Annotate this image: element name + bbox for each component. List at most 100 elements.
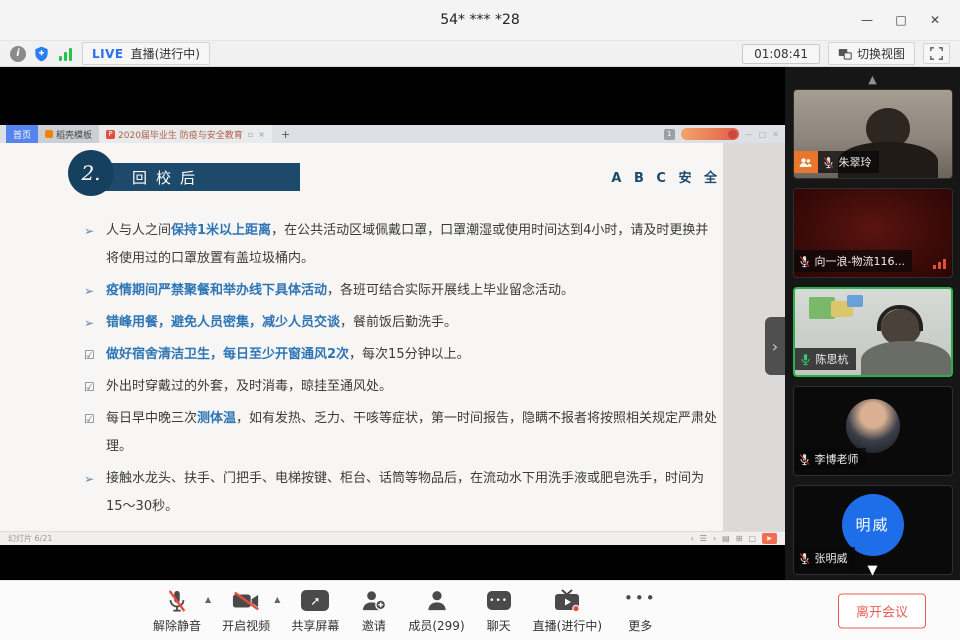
ppt-status-controls: ‹ ☰ › ▤ ⊞ ▢ ▶ <box>691 533 777 544</box>
presentation-slide: 2. 回校后 A B C 安 全 ➢人与人之间保持1米以上距离，在公共活动区域佩… <box>0 143 785 531</box>
maximize-icon[interactable]: □ <box>884 6 918 34</box>
slide-bullet: ☑外出时穿戴过的外套，及时消毒，晾挂至通风处。 <box>84 373 720 401</box>
mic-muted-icon <box>798 552 811 565</box>
tab-home[interactable]: 首页 <box>6 125 38 143</box>
minimize-icon[interactable]: — <box>850 6 884 34</box>
view-read-icon[interactable]: ▢ <box>748 534 756 543</box>
tab-document[interactable]: P 2020届毕业生 防疫与安全教育 ▫ × <box>99 125 272 143</box>
participant-video-chen[interactable]: 陈思杭 <box>793 287 953 377</box>
switch-view-icon <box>838 48 852 60</box>
new-tab-button[interactable]: + <box>281 128 290 141</box>
wall-map-decor <box>847 295 863 307</box>
slide-bullet: ➢人与人之间保持1米以上距离，在公共活动区域佩戴口罩，口罩潮湿或使用时间达到4小… <box>84 217 720 273</box>
tab-close-icon[interactable]: × <box>258 130 265 139</box>
mic-options-caret-icon[interactable]: ▲ <box>205 595 211 604</box>
slide-bullet: ☑每日早中晚三次测体温，如有发热、乏力、干咳等症状，第一时间报告，隐瞒不报者将按… <box>84 405 720 461</box>
participant-video-zhu[interactable]: 朱翠玲 <box>793 89 953 179</box>
docer-icon <box>45 130 53 138</box>
meeting-window: 54* *** *28 — □ ✕ i LIVE 直播(进行中) 01:08:4… <box>0 0 960 640</box>
chat-button[interactable]: ••• 聊天 <box>487 588 511 634</box>
view-normal-icon[interactable]: ▤ <box>722 534 730 543</box>
collapse-up-icon[interactable]: ▲ <box>785 69 960 89</box>
app-close-icon[interactable]: ✕ <box>772 130 779 139</box>
microphone-muted-icon <box>166 588 188 614</box>
security-shield-icon[interactable] <box>34 46 49 62</box>
participant-label: 朱翠玲 <box>794 151 879 173</box>
slide-brand-text: A B C 安 全 <box>611 167 721 186</box>
prev-slide-icon[interactable]: ‹ <box>691 534 694 543</box>
participant-name: 向一浪-物流116... <box>815 253 905 269</box>
slide-bullet: ➢疫情期间严禁聚餐和举办线下具体活动，各班可结合实际开展线上毕业留念活动。 <box>84 277 720 305</box>
window-title: 54* *** *28 <box>440 12 520 28</box>
bullet-text: 疫情期间严禁聚餐和举办线下具体活动，各班可结合实际开展线上毕业留念活动。 <box>106 277 574 305</box>
poor-signal-icon <box>933 259 946 269</box>
switch-view-button[interactable]: 切换视图 <box>828 42 915 65</box>
participant-name: 陈思杭 <box>816 351 849 367</box>
slide-bullet: ➢接触水龙头、扶手、门把手、电梯按键、柜台、话筒等物品后，在流动水下用洗手液或肥… <box>84 465 720 521</box>
ppt-doc-icon: P <box>106 130 115 139</box>
video-options-caret-icon[interactable]: ▲ <box>274 595 280 604</box>
slide-menu-icon[interactable]: ☰ <box>700 534 707 543</box>
slide-bullet: ➢错峰用餐，避免人员密集，减少人员交谈，餐前饭后勤洗手。 <box>84 309 720 337</box>
meeting-info-icon[interactable]: i <box>10 46 26 62</box>
shared-screen: 首页 稻壳模板 P 2020届毕业生 防疫与安全教育 ▫ × + 1 <box>0 67 785 580</box>
view-grid-icon[interactable]: ⊞ <box>736 534 743 543</box>
start-video-label: 开启视频 <box>222 617 270 634</box>
titlebar: 54* *** *28 — □ ✕ <box>0 0 960 40</box>
meeting-topbar: i LIVE 直播(进行中) 01:08:41 切换视图 <box>0 40 960 67</box>
avatar <box>846 399 900 453</box>
more-button[interactable]: ••• 更多 <box>624 588 657 634</box>
live-badge: LIVE <box>92 47 124 61</box>
participant-video-zhang[interactable]: 明威 张明威 <box>793 485 953 575</box>
share-screen-icon: ➚ <box>301 590 329 611</box>
checkbox-bullet-icon: ☑ <box>84 373 106 401</box>
slide-page-info: 幻灯片 6/21 <box>8 533 53 544</box>
scroll-down-icon[interactable]: ▼ <box>868 563 878 578</box>
mic-muted-icon <box>798 255 811 268</box>
checkbox-bullet-icon: ☑ <box>84 405 106 461</box>
network-signal-icon <box>59 47 72 61</box>
chat-label: 聊天 <box>487 617 511 634</box>
live-stream-button[interactable]: 直播(进行中) <box>533 588 602 634</box>
start-video-button[interactable]: 开启视频 <box>222 588 270 634</box>
ppt-statusbar: 幻灯片 6/21 ‹ ☰ › ▤ ⊞ ▢ ▶ <box>0 531 785 545</box>
app-minimize-icon[interactable]: — <box>745 130 753 139</box>
bullet-text: 外出时穿戴过的外套，及时消毒，晾挂至通风处。 <box>106 373 392 401</box>
mic-muted-icon <box>798 453 811 466</box>
slideshow-play-icon[interactable]: ▶ <box>762 533 777 544</box>
arrow-bullet-icon: ➢ <box>84 217 106 273</box>
arrow-bullet-icon: ➢ <box>84 277 106 305</box>
tab-docer[interactable]: 稻壳模板 <box>38 125 99 143</box>
camera-off-icon <box>232 588 260 614</box>
mic-active-icon <box>799 353 812 366</box>
arrow-bullet-icon: ➢ <box>84 465 106 521</box>
chat-bubble-icon: ••• <box>487 591 511 610</box>
bullet-text: 接触水龙头、扶手、门把手、电梯按键、柜台、话筒等物品后，在流动水下用洗手液或肥皂… <box>106 465 720 521</box>
members-button[interactable]: 成员(299) <box>408 588 464 634</box>
switch-view-label: 切换视图 <box>857 45 905 62</box>
leave-meeting-button[interactable]: 离开会议 <box>838 593 926 628</box>
invite-button[interactable]: 邀请 <box>361 588 386 634</box>
next-slide-icon[interactable]: › <box>713 534 716 543</box>
sidebar-expand-handle[interactable]: › <box>765 317 785 375</box>
live-status-box[interactable]: LIVE 直播(进行中) <box>82 42 210 65</box>
share-screen-button[interactable]: ➚ 共享屏幕 <box>291 588 339 634</box>
close-icon[interactable]: ✕ <box>918 6 952 34</box>
participants-sidebar: ▲ 朱翠玲 <box>785 67 960 580</box>
host-badge-icon <box>794 151 818 173</box>
participant-name: 朱翠玲 <box>839 154 872 170</box>
topbar-right: 01:08:41 切换视图 <box>742 42 950 65</box>
person-silhouette <box>861 341 951 377</box>
app-restore-icon[interactable]: □ <box>759 130 767 139</box>
checkbox-bullet-icon: ☑ <box>84 341 106 369</box>
participant-video-xiang[interactable]: 向一浪-物流116... <box>793 188 953 278</box>
more-label: 更多 <box>628 617 652 634</box>
participant-video-li[interactable]: 李博老师 <box>793 386 953 476</box>
member-promo-pill[interactable] <box>681 128 739 140</box>
slide-section-number: 2. <box>68 150 114 196</box>
meeting-timer: 01:08:41 <box>742 44 820 64</box>
window-controls: — □ ✕ <box>850 0 952 40</box>
unmute-button[interactable]: 解除静音 <box>153 588 201 634</box>
fullscreen-button[interactable] <box>923 43 950 64</box>
members-person-icon <box>426 588 448 614</box>
